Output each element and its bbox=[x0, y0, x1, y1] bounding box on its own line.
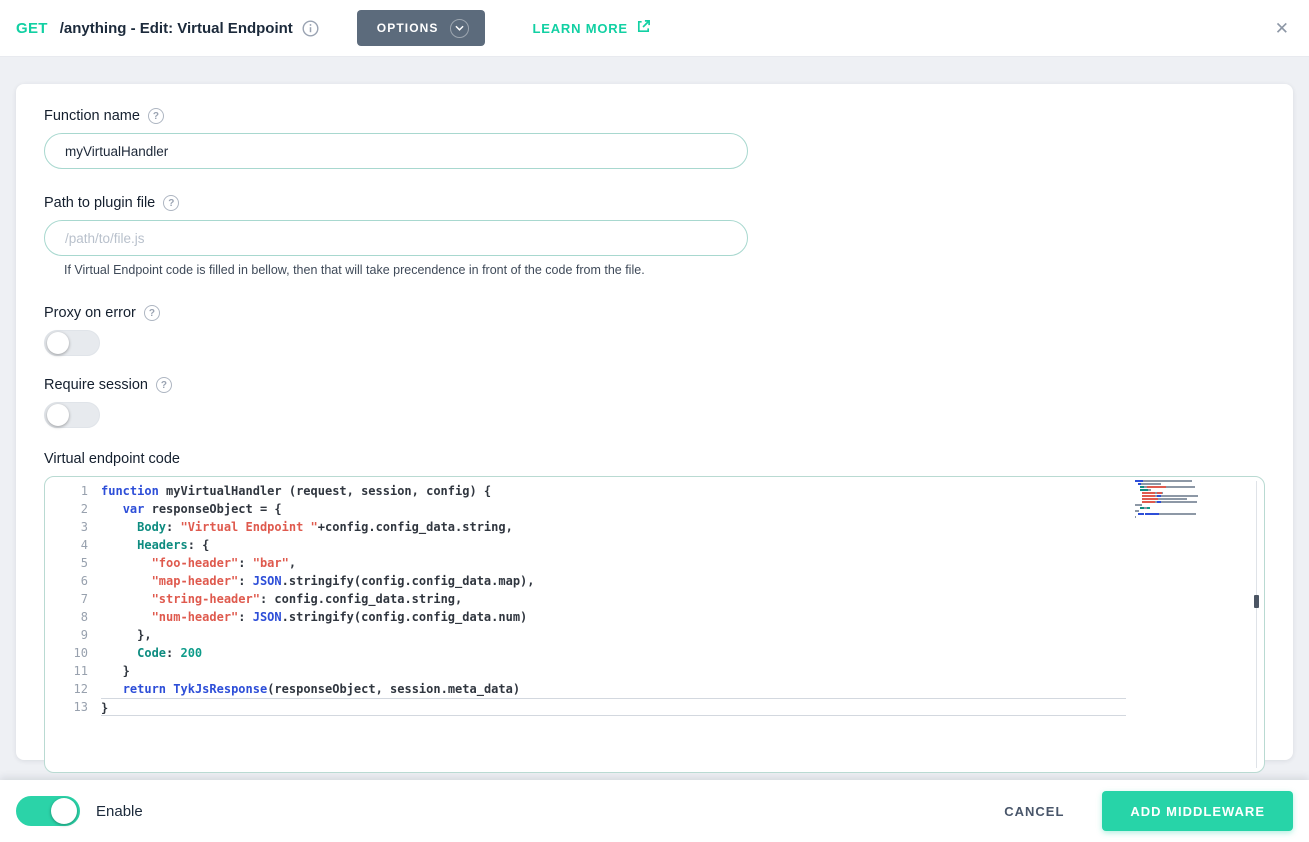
code-label-row: Virtual endpoint code bbox=[44, 451, 1265, 467]
footer-actions: CANCEL ADD MIDDLEWARE bbox=[1004, 791, 1293, 831]
help-icon[interactable]: ? bbox=[148, 108, 164, 124]
chevron-down-icon bbox=[450, 19, 469, 38]
help-icon[interactable]: ? bbox=[156, 377, 172, 393]
code-line[interactable]: 13} bbox=[45, 698, 1264, 716]
line-number: 9 bbox=[45, 626, 101, 644]
function-name-input[interactable] bbox=[44, 133, 748, 169]
code-line[interactable]: 10 Code: 200 bbox=[45, 644, 1264, 662]
plugin-path-label: Path to plugin file bbox=[44, 195, 155, 211]
line-number: 12 bbox=[45, 680, 101, 698]
code-line[interactable]: 5 "foo-header": "bar", bbox=[45, 554, 1264, 572]
line-number: 4 bbox=[45, 536, 101, 554]
require-session-toggle[interactable] bbox=[44, 402, 100, 428]
scrollbar-thumb[interactable] bbox=[1254, 595, 1259, 608]
info-icon[interactable] bbox=[302, 20, 319, 37]
enable-label: Enable bbox=[96, 803, 143, 820]
external-link-icon bbox=[636, 19, 651, 37]
virtual-endpoint-code-label: Virtual endpoint code bbox=[44, 451, 180, 467]
help-icon[interactable]: ? bbox=[144, 305, 160, 321]
code-line[interactable]: 3 Body: "Virtual Endpoint "+config.confi… bbox=[45, 518, 1264, 536]
code-line[interactable]: 4 Headers: { bbox=[45, 536, 1264, 554]
learn-more-link[interactable]: LEARN MORE bbox=[533, 19, 651, 37]
code-line[interactable]: 8 "num-header": JSON.stringify(config.co… bbox=[45, 608, 1264, 626]
code-line[interactable]: 2 var responseObject = { bbox=[45, 500, 1264, 518]
code-minimap[interactable] bbox=[1135, 480, 1250, 519]
toggle-knob bbox=[47, 332, 69, 354]
toggle-knob bbox=[47, 404, 69, 426]
http-method-badge: GET bbox=[16, 20, 48, 37]
proxy-on-error-toggle[interactable] bbox=[44, 330, 100, 356]
close-icon[interactable]: ✕ bbox=[1271, 16, 1293, 41]
require-session-label: Require session bbox=[44, 377, 148, 393]
toggle-knob bbox=[51, 798, 77, 824]
scrollbar-track bbox=[1256, 481, 1257, 768]
line-number: 5 bbox=[45, 554, 101, 572]
plugin-path-label-row: Path to plugin file ? bbox=[44, 195, 1265, 211]
endpoint-form-card: Function name ? Path to plugin file ? If… bbox=[16, 84, 1293, 760]
virtual-endpoint-editor: GET /anything - Edit: Virtual Endpoint O… bbox=[0, 0, 1309, 842]
code-line[interactable]: 9 }, bbox=[45, 626, 1264, 644]
learn-more-label: LEARN MORE bbox=[533, 21, 628, 36]
code-line[interactable]: 11 } bbox=[45, 662, 1264, 680]
plugin-path-helper-text: If Virtual Endpoint code is filled in be… bbox=[64, 263, 1265, 277]
page-title: /anything - Edit: Virtual Endpoint bbox=[60, 20, 293, 37]
enable-toggle[interactable] bbox=[16, 796, 80, 826]
help-icon[interactable]: ? bbox=[163, 195, 179, 211]
line-number: 6 bbox=[45, 572, 101, 590]
footer-bar: Enable CANCEL ADD MIDDLEWARE bbox=[0, 780, 1309, 842]
main-area: Function name ? Path to plugin file ? If… bbox=[0, 57, 1309, 780]
proxy-on-error-label-row: Proxy on error ? bbox=[44, 305, 1265, 321]
code-line[interactable]: 1function myVirtualHandler (request, ses… bbox=[45, 482, 1264, 500]
function-name-label: Function name bbox=[44, 108, 140, 124]
require-session-label-row: Require session ? bbox=[44, 377, 1265, 393]
line-number: 2 bbox=[45, 500, 101, 518]
code-line[interactable]: 12 return TykJsResponse(responseObject, … bbox=[45, 680, 1264, 698]
proxy-on-error-label: Proxy on error bbox=[44, 305, 136, 321]
function-name-label-row: Function name ? bbox=[44, 108, 1265, 124]
options-button-label: OPTIONS bbox=[377, 21, 439, 35]
line-number: 1 bbox=[45, 482, 101, 500]
plugin-path-input[interactable] bbox=[44, 220, 748, 256]
code-line[interactable]: 7 "string-header": config.config_data.st… bbox=[45, 590, 1264, 608]
line-number: 8 bbox=[45, 608, 101, 626]
code-editor[interactable]: 1function myVirtualHandler (request, ses… bbox=[44, 476, 1265, 773]
line-number: 10 bbox=[45, 644, 101, 662]
code-rows: 1function myVirtualHandler (request, ses… bbox=[45, 477, 1264, 716]
line-number: 7 bbox=[45, 590, 101, 608]
options-button[interactable]: OPTIONS bbox=[357, 10, 485, 46]
line-number: 11 bbox=[45, 662, 101, 680]
add-middleware-button[interactable]: ADD MIDDLEWARE bbox=[1102, 791, 1293, 831]
code-line[interactable]: 6 "map-header": JSON.stringify(config.co… bbox=[45, 572, 1264, 590]
line-number: 13 bbox=[45, 698, 101, 716]
line-number: 3 bbox=[45, 518, 101, 536]
cancel-button[interactable]: CANCEL bbox=[1004, 804, 1064, 819]
header: GET /anything - Edit: Virtual Endpoint O… bbox=[0, 0, 1309, 57]
